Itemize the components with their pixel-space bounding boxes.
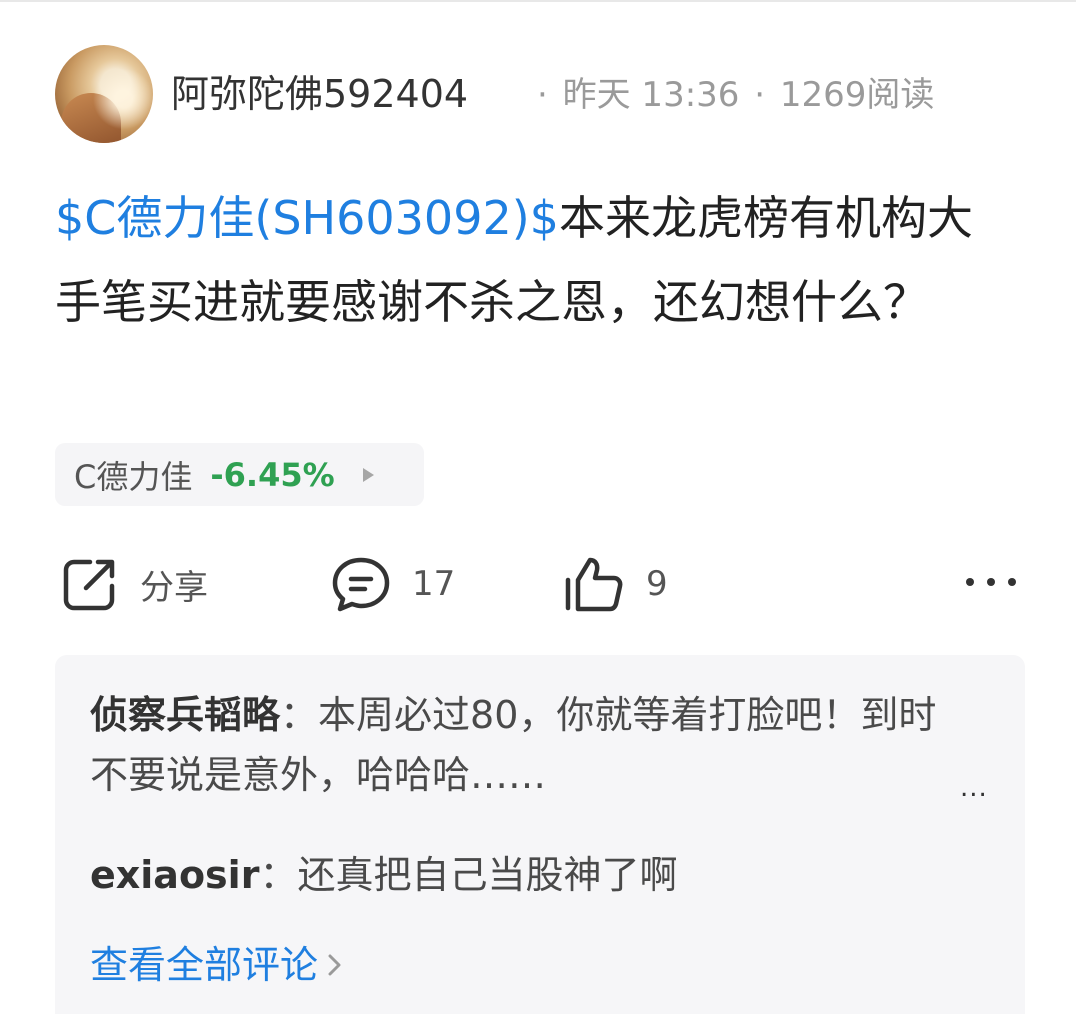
avatar-glow	[55, 45, 153, 143]
comment-item[interactable]: exiaosir：还真把自己当股神了啊	[90, 845, 677, 905]
post-time: 昨天 13:36	[562, 75, 740, 115]
share-button[interactable]: 分享	[60, 554, 208, 614]
more-icon-dot	[1008, 578, 1016, 586]
comment-author: exiaosir	[90, 853, 260, 897]
comment-icon	[332, 557, 390, 612]
chevron-right-icon	[328, 954, 341, 976]
like-button[interactable]: 9	[562, 554, 668, 614]
stock-chip-change: -6.45%	[210, 455, 335, 494]
view-all-label: 查看全部评论	[90, 943, 319, 987]
stock-chip[interactable]: C德力佳 -6.45%	[55, 443, 424, 506]
avatar[interactable]	[55, 45, 153, 143]
comment-button[interactable]: 17	[330, 554, 455, 614]
comments-preview: 侦察兵韬略：本周必过80，你就等着打脸吧！到时不要说是意外，哈哈哈…… ... …	[55, 655, 1025, 1014]
stock-chip-name: C德力佳	[74, 457, 193, 496]
like-count: 9	[646, 564, 668, 604]
more-button[interactable]	[966, 570, 1016, 594]
stock-tag-link[interactable]: $C德力佳(SH603092)$	[55, 191, 559, 245]
share-icon	[63, 559, 115, 611]
post-content: $C德力佳(SH603092)$本来龙虎榜有机构大手笔买进就要感谢不杀之恩，还幻…	[55, 176, 1015, 344]
comment-colon: ：	[259, 853, 298, 897]
author-name[interactable]: 阿弥陀佛592404	[171, 66, 468, 122]
share-label: 分享	[140, 567, 208, 608]
chevron-right-icon	[362, 467, 374, 482]
comment-item[interactable]: 侦察兵韬略：本周必过80，你就等着打脸吧！到时不要说是意外，哈哈哈……	[90, 685, 950, 805]
more-icon-dot	[966, 578, 974, 586]
view-all-comments-link[interactable]: 查看全部评论	[90, 935, 342, 995]
read-count: 1269阅读	[779, 75, 935, 115]
meta-separator: ·	[537, 75, 548, 115]
comment-text: 还真把自己当股神了啊	[297, 853, 678, 897]
expand-comment-icon[interactable]: ...	[960, 773, 988, 803]
thumbs-up-icon	[565, 557, 623, 612]
comment-colon: ：	[280, 693, 319, 737]
more-icon-dot	[987, 578, 995, 586]
comment-author: 侦察兵韬略	[90, 693, 281, 737]
post-meta: · 昨天 13:36 · 1269阅读	[533, 70, 934, 120]
meta-separator: ·	[754, 75, 766, 115]
top-divider	[0, 0, 1076, 2]
comment-count: 17	[412, 564, 456, 604]
